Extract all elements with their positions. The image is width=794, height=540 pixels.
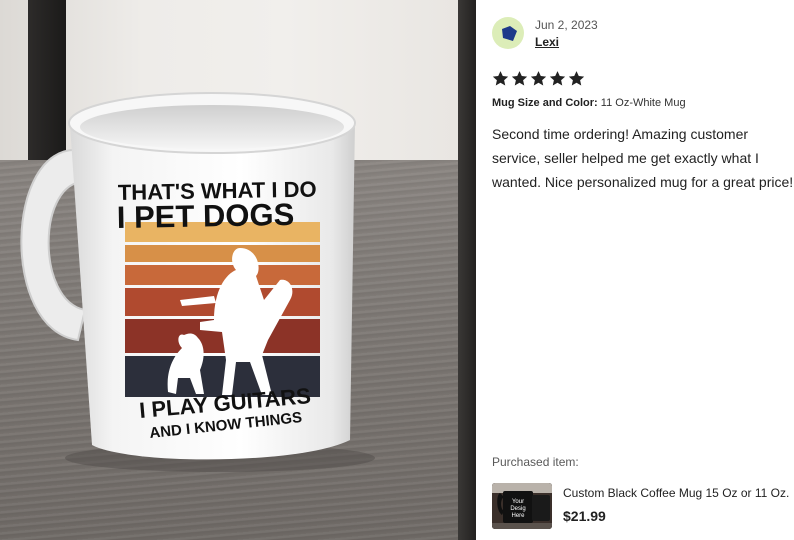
star-icon: [530, 71, 547, 86]
mug-text-top-2: I PET DOGS: [117, 197, 295, 235]
svg-text:Desig: Desig: [510, 506, 525, 512]
purchased-item-label: Purchased item:: [492, 455, 579, 469]
star-rating: [492, 70, 585, 87]
item-thumbnail[interactable]: Your Desig Here: [492, 483, 552, 529]
svg-text:Here: Here: [511, 513, 525, 519]
variation-label: Mug Size and Color:: [492, 97, 598, 109]
mug-illustration: THAT'S WHAT I DO I PET DOGS I PLAY GUITA…: [20, 92, 375, 472]
star-icon: [568, 71, 585, 86]
item-price: $21.99: [563, 508, 606, 524]
star-icon: [511, 71, 528, 86]
review-photo[interactable]: THAT'S WHAT I DO I PET DOGS I PLAY GUITA…: [0, 0, 476, 540]
review-text: Second time ordering! Amazing customer s…: [492, 126, 794, 190]
item-title[interactable]: Custom Black Coffee Mug 15 Oz or 11 Oz.: [563, 486, 789, 500]
item-thumbnail-image: Your Desig Here: [492, 483, 552, 529]
purchased-item-link[interactable]: Your Desig Here Custom Black Coffee Mug …: [492, 483, 794, 529]
review-panel: Jun 2, 2023 Lexi Mug Size and Color: 11 …: [476, 0, 794, 540]
svg-text:Your: Your: [512, 499, 524, 505]
star-icon: [492, 71, 509, 86]
avatar-shape-icon: [501, 25, 517, 41]
variation-info: Mug Size and Color: 11 Oz-White Mug: [492, 97, 686, 109]
review-date: Jun 2, 2023: [535, 18, 598, 32]
variation-value: 11 Oz-White Mug: [600, 97, 686, 109]
reviewer-name-link[interactable]: Lexi: [535, 35, 559, 49]
star-icon: [549, 71, 566, 86]
avatar[interactable]: [492, 17, 524, 49]
